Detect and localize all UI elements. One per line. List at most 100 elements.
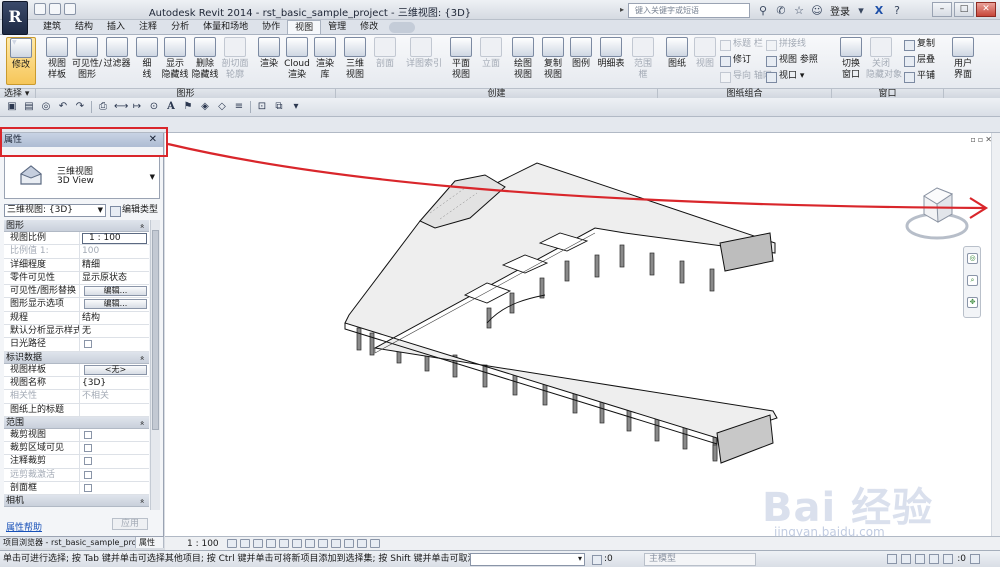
- tab-5[interactable]: 体量和场地: [196, 20, 255, 35]
- edit-type-button[interactable]: 编辑类型: [110, 204, 158, 217]
- create-button-7[interactable]: 图例: [566, 37, 596, 85]
- text-icon[interactable]: A: [165, 101, 177, 113]
- graphics-button-2[interactable]: 过滤器: [102, 37, 132, 85]
- properties-scrollbar[interactable]: [150, 220, 160, 510]
- tab-8[interactable]: 管理: [321, 20, 353, 35]
- communication-icon[interactable]: ☆: [792, 4, 806, 18]
- close-button[interactable]: ✕: [976, 2, 996, 17]
- measure-icon[interactable]: ⟷: [114, 101, 128, 113]
- property-checkbox[interactable]: [84, 430, 92, 439]
- graphics-button-9[interactable]: 渲染 库: [310, 37, 340, 85]
- binoculars-icon[interactable]: ⚲: [756, 4, 770, 18]
- create-button-2[interactable]: 详图索引: [406, 37, 442, 85]
- user-icon[interactable]: ☺: [810, 4, 824, 18]
- property-edit-button[interactable]: <无>: [84, 364, 147, 375]
- properties-section-header[interactable]: 图形: [4, 220, 149, 232]
- property-checkbox[interactable]: [84, 484, 92, 493]
- thin-lines-icon[interactable]: ≡: [233, 101, 245, 113]
- close-hidden-icon[interactable]: ⊡: [256, 101, 268, 113]
- instance-view-selector[interactable]: 三维视图: {3D} ▼: [4, 204, 106, 217]
- view-scale-input[interactable]: 1 : 100: [82, 233, 147, 244]
- analytical-model-icon[interactable]: [357, 539, 367, 548]
- tab-3[interactable]: 注释: [132, 20, 164, 35]
- graphics-button-0[interactable]: 视图 样板: [42, 37, 72, 85]
- tab-4[interactable]: 分析: [164, 20, 196, 35]
- section-icon[interactable]: ◇: [216, 101, 228, 113]
- window-small-button-1[interactable]: 层叠: [904, 55, 935, 67]
- lock-view-icon[interactable]: [318, 539, 328, 548]
- window-small-button-0[interactable]: 复制: [904, 39, 935, 51]
- select-links-icon[interactable]: [887, 554, 898, 564]
- redo-icon[interactable]: ↷: [74, 101, 86, 113]
- save-icon[interactable]: ▤: [23, 101, 35, 113]
- property-checkbox[interactable]: [84, 444, 92, 453]
- undo-icon[interactable]: ↶: [57, 101, 69, 113]
- user-interface-button[interactable]: 用户 界面: [948, 37, 978, 85]
- crop-view-icon[interactable]: [292, 539, 302, 548]
- tab-0[interactable]: 建筑: [36, 20, 68, 35]
- contextual-tab-pill[interactable]: [389, 22, 416, 33]
- help-icon[interactable]: ?: [890, 4, 904, 18]
- window-small-button-2[interactable]: 平铺: [904, 71, 935, 83]
- pan-icon[interactable]: ✥: [967, 297, 978, 308]
- graphics-button-7[interactable]: 渲染: [254, 37, 284, 85]
- create-button-3[interactable]: 平面 视图: [446, 37, 476, 85]
- reveal-hidden-icon[interactable]: [344, 539, 354, 548]
- viewport-scrollbar[interactable]: [991, 133, 1000, 536]
- search-expand-icon[interactable]: ▸: [620, 5, 624, 14]
- properties-help-link[interactable]: 属性帮助: [6, 520, 42, 533]
- application-menu-button[interactable]: R ▼: [2, 1, 28, 46]
- graphics-button-6[interactable]: 剖切面 轮廓: [220, 37, 250, 85]
- view-scale[interactable]: 1 : 100: [187, 538, 219, 550]
- property-edit-button[interactable]: 编辑...: [84, 299, 147, 310]
- sheet-small-button-5[interactable]: 视口 ▾: [766, 71, 804, 83]
- property-checkbox[interactable]: [84, 340, 92, 349]
- filter-icon[interactable]: [970, 554, 980, 564]
- sheet-small-button-4[interactable]: 视图 参照: [766, 55, 818, 67]
- tab-6[interactable]: 协作: [255, 20, 287, 35]
- subscription-icon[interactable]: ✆: [774, 4, 788, 18]
- view-cube[interactable]: [902, 178, 972, 248]
- temp-hide-icon[interactable]: [331, 539, 341, 548]
- palette-tab-1[interactable]: 属性: [136, 537, 164, 548]
- 3d-view-icon[interactable]: ◈: [199, 101, 211, 113]
- window-button-1[interactable]: 关闭 隐藏对象: [866, 37, 902, 85]
- chevron-down-icon[interactable]: ▼: [150, 173, 155, 181]
- steering-wheel-icon[interactable]: ◎: [967, 253, 978, 264]
- modify-button[interactable]: 修改: [6, 37, 36, 85]
- tab-7[interactable]: 视图: [287, 20, 322, 35]
- sun-path-icon[interactable]: [253, 539, 263, 548]
- tab-9[interactable]: 修改: [353, 20, 385, 35]
- tab-1[interactable]: 结构: [68, 20, 100, 35]
- graphics-button-4[interactable]: 显示 隐藏线: [160, 37, 190, 85]
- exchange-icon[interactable]: X: [872, 4, 886, 18]
- design-option-selector[interactable]: 主模型: [644, 553, 756, 566]
- sheet-button-0[interactable]: 图纸: [662, 37, 692, 85]
- select-pinned-icon[interactable]: [915, 554, 926, 564]
- detail-level-icon[interactable]: [227, 539, 237, 548]
- workset-selector[interactable]: [470, 553, 585, 566]
- graphics-button-3[interactable]: 细 线: [132, 37, 162, 85]
- apply-button[interactable]: 应用: [112, 518, 148, 530]
- 3d-viewport[interactable]: ▫▫✕ Bai 经验 jingyan.baidu.com: [165, 133, 1000, 539]
- sheet-small-button-2[interactable]: 导向 轴网: [720, 71, 772, 83]
- select-by-face-icon[interactable]: [929, 554, 940, 564]
- properties-section-header[interactable]: 相机: [4, 495, 149, 508]
- create-button-4[interactable]: 立面: [476, 37, 506, 85]
- create-button-1[interactable]: 剖面: [370, 37, 400, 85]
- type-selector[interactable]: 三维视图 3D View ▼: [4, 155, 160, 199]
- minimize-button[interactable]: –: [932, 2, 952, 17]
- chevron-down-icon[interactable]: ▾: [854, 4, 868, 18]
- properties-section-header[interactable]: 范围: [4, 416, 149, 429]
- graphics-button-5[interactable]: 删除 隐藏线: [190, 37, 220, 85]
- open-icon[interactable]: ▣: [6, 101, 18, 113]
- window-button-0[interactable]: 切换 窗口: [836, 37, 866, 85]
- search-input[interactable]: 键入关键字或短语: [628, 3, 750, 18]
- properties-section-header[interactable]: 标识数据: [4, 351, 149, 364]
- graphics-button-8[interactable]: Cloud 渲染: [282, 37, 312, 85]
- tab-2[interactable]: 插入: [100, 20, 132, 35]
- highlight-displacement-icon[interactable]: [370, 539, 380, 548]
- zoom-icon[interactable]: ⌕: [967, 275, 978, 286]
- create-button-9[interactable]: 范围 框: [628, 37, 658, 85]
- sheet-small-button-3[interactable]: 拼接线: [766, 39, 806, 51]
